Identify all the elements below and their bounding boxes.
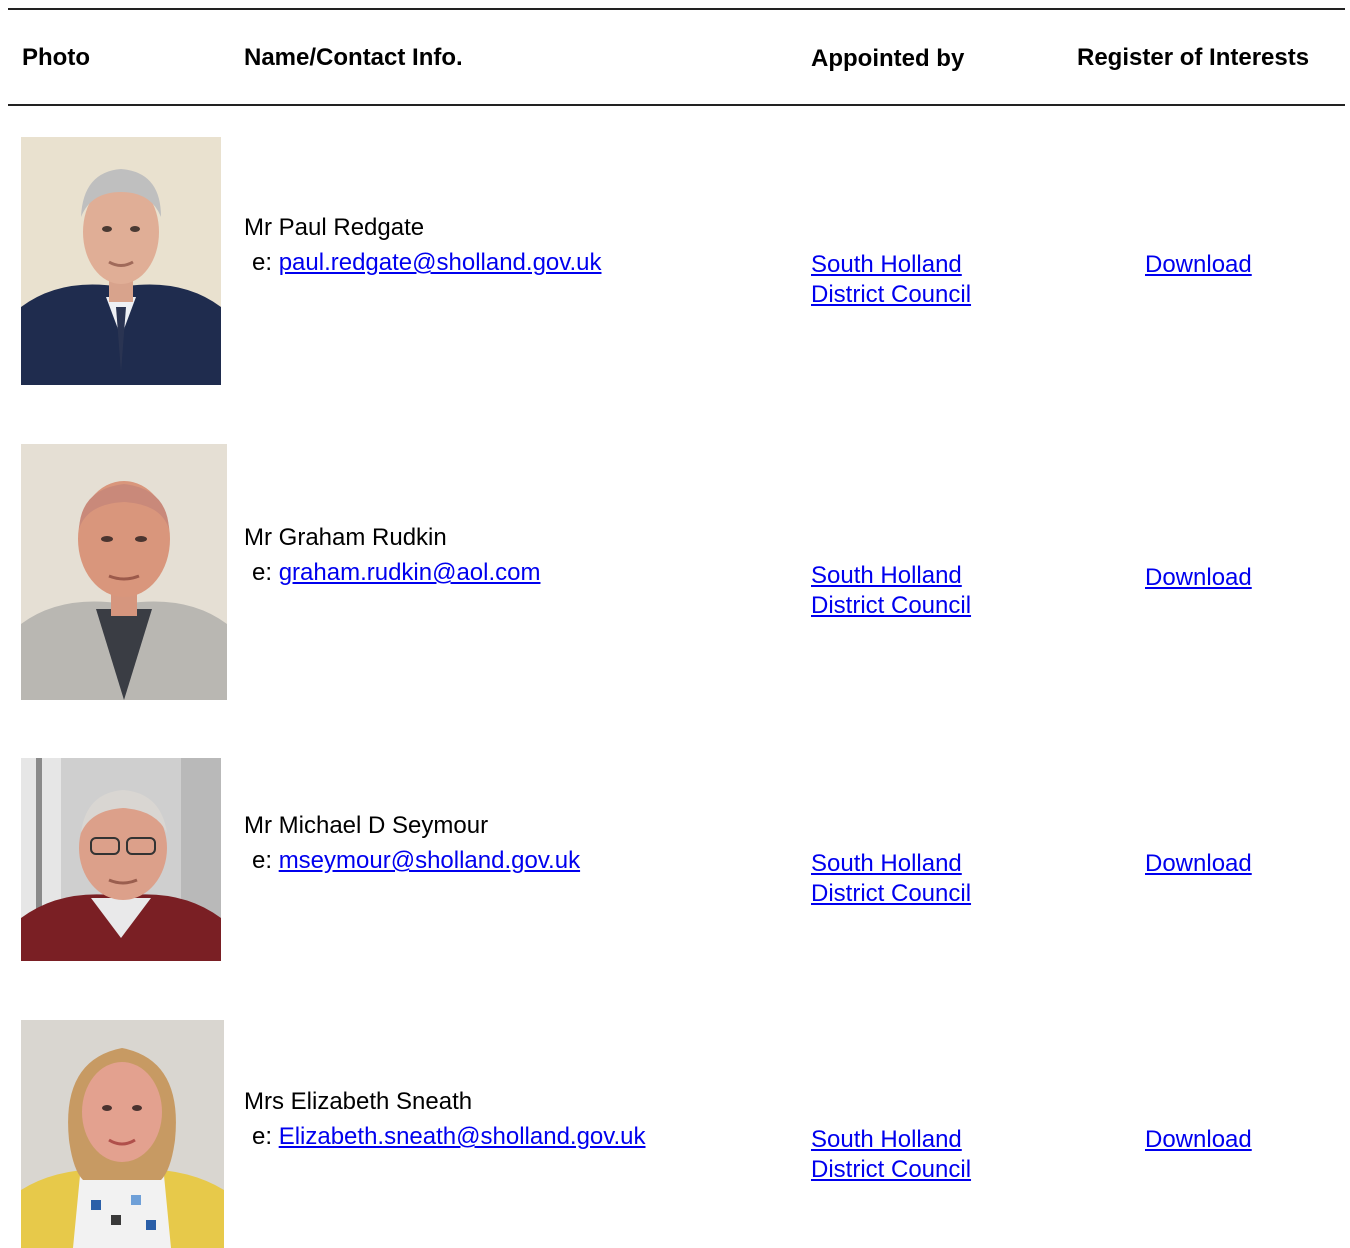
column-header-appointed: Appointed by xyxy=(811,45,965,72)
register-download-link[interactable]: Download xyxy=(1145,251,1252,279)
column-header-register: Register of Interests xyxy=(1077,44,1310,71)
member-photo xyxy=(21,1020,224,1248)
email-prefix: e: xyxy=(252,249,273,276)
member-name: Mrs Elizabeth Sneath xyxy=(244,1088,473,1115)
table-header-rule xyxy=(8,104,1345,106)
appointed-by-line1[interactable]: South Holland xyxy=(811,562,962,589)
appointed-by-line1[interactable]: South Holland xyxy=(811,251,962,278)
member-email-line: e: Elizabeth.sneath@sholland.gov.uk xyxy=(252,1123,646,1151)
email-prefix: e: xyxy=(252,847,273,874)
member-email-line: e: graham.rudkin@aol.com xyxy=(252,559,541,587)
member-email-link[interactable]: paul.redgate@sholland.gov.uk xyxy=(279,249,602,276)
email-prefix: e: xyxy=(252,1123,273,1150)
appointed-by-link[interactable]: South Holland District Council xyxy=(811,849,1011,909)
member-name: Mr Paul Redgate xyxy=(244,214,425,241)
member-email-link[interactable]: Elizabeth.sneath@sholland.gov.uk xyxy=(279,1123,646,1150)
member-email-line: e: mseymour@sholland.gov.uk xyxy=(252,847,580,875)
email-prefix: e: xyxy=(252,559,273,586)
appointed-by-line2[interactable]: District Council xyxy=(811,281,971,308)
appointed-by-line1[interactable]: South Holland xyxy=(811,850,962,877)
appointed-by-link[interactable]: South Holland District Council xyxy=(811,561,1011,621)
appointed-by-line1[interactable]: South Holland xyxy=(811,1126,962,1153)
appointed-by-link[interactable]: South Holland District Council xyxy=(811,250,1011,310)
appointed-by-line2[interactable]: District Council xyxy=(811,592,971,619)
member-name: Mr Michael D Seymour xyxy=(244,812,489,839)
table-top-rule xyxy=(8,8,1345,10)
appointed-by-line2[interactable]: District Council xyxy=(811,880,971,907)
member-photo xyxy=(21,444,227,700)
member-name: Mr Graham Rudkin xyxy=(244,524,447,551)
member-email-link[interactable]: graham.rudkin@aol.com xyxy=(279,559,541,586)
member-email-line: e: paul.redgate@sholland.gov.uk xyxy=(252,249,602,277)
column-header-name: Name/Contact Info. xyxy=(244,44,463,71)
member-email-link[interactable]: mseymour@sholland.gov.uk xyxy=(279,847,580,874)
member-photo xyxy=(21,758,221,961)
appointed-by-link[interactable]: South Holland District Council xyxy=(811,1125,1011,1185)
appointed-by-line2[interactable]: District Council xyxy=(811,1156,971,1183)
register-download-link[interactable]: Download xyxy=(1145,1126,1252,1154)
register-download-link[interactable]: Download xyxy=(1145,564,1252,592)
member-photo xyxy=(21,137,221,385)
register-download-link[interactable]: Download xyxy=(1145,850,1252,878)
column-header-photo: Photo xyxy=(22,44,90,71)
